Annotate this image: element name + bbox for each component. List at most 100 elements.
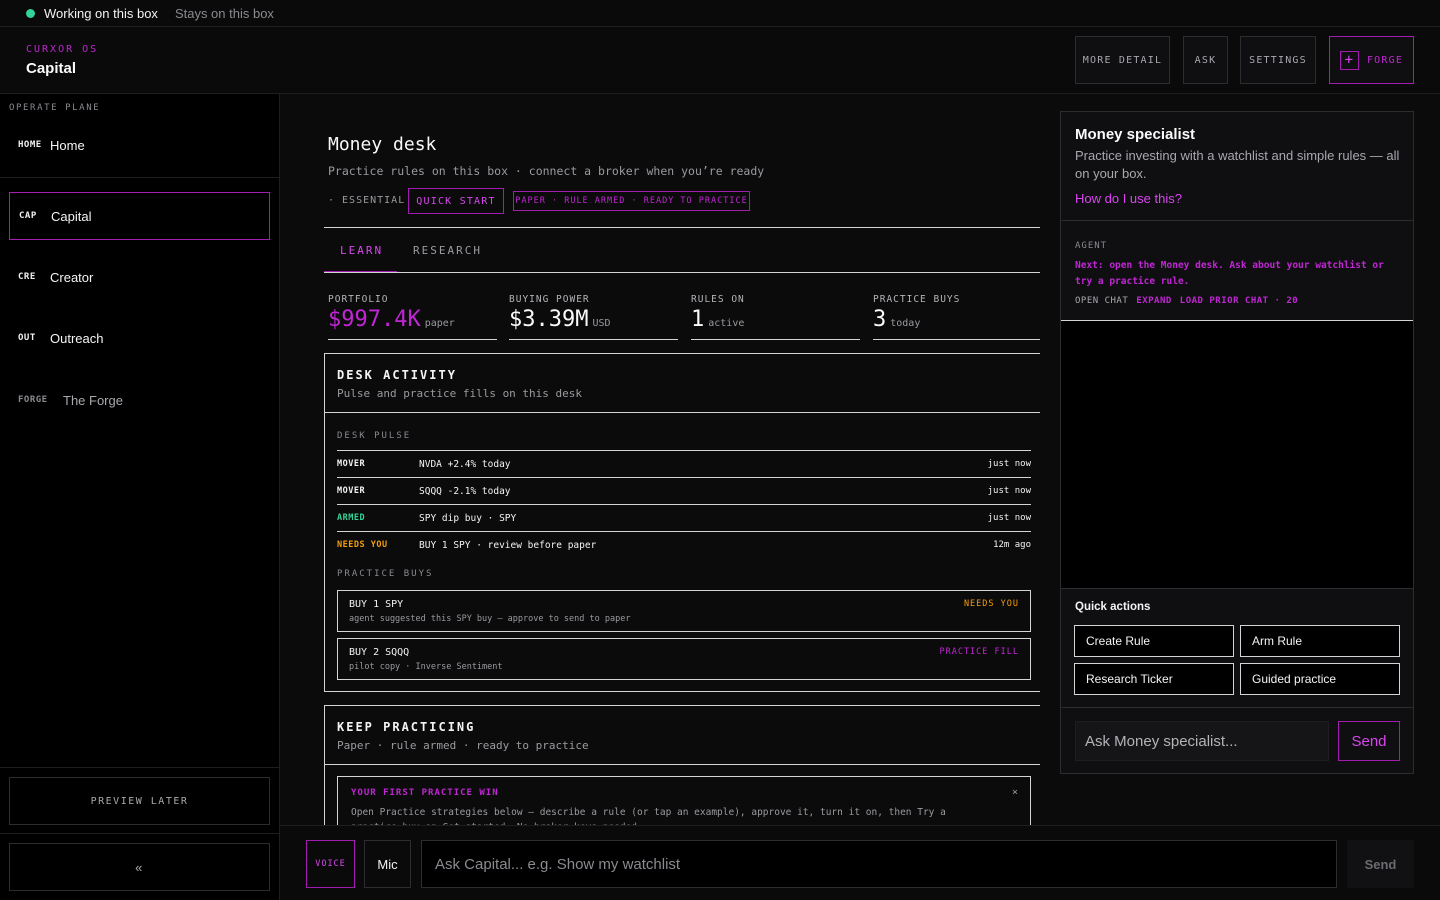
win-title: YOUR FIRST PRACTICE WIN [351, 788, 499, 798]
agent-message: Next: open the Money desk. Ask about you… [1075, 260, 1384, 287]
keep-practicing-panel: KEEP PRACTICING Paper · rule armed · rea… [324, 705, 1040, 825]
stat-buying-power: BUYING POWER $3.39M USD [509, 294, 678, 340]
stat-label: RULES ON [691, 294, 745, 305]
chat-area[interactable] [1061, 320, 1413, 588]
status-bar: Working on this box Stays on this box [0, 0, 1440, 27]
panel-subtitle: Paper · rule armed · ready to practice [337, 739, 589, 752]
list-item[interactable]: MOVER SQQQ -2.1% today just now [337, 477, 1031, 504]
list-item[interactable]: NEEDS YOU BUY 1 SPY · review before pape… [337, 531, 1031, 558]
sidebar-item-creator[interactable]: CRE Creator [9, 253, 270, 301]
sidebar-item-capital[interactable]: CAP Capital [9, 192, 270, 240]
expand-link[interactable]: EXPAND [1136, 296, 1172, 306]
practice-buy-card[interactable]: BUY 2 SQQQ pilot copy · Inverse Sentimen… [337, 638, 1031, 680]
forge-button[interactable]: + FORGE [1329, 36, 1414, 84]
close-icon[interactable]: × [1012, 787, 1018, 798]
stat-unit: today [890, 318, 921, 329]
stat-unit: paper [424, 318, 455, 329]
essential-tag: · ESSENTIAL [328, 195, 406, 206]
tab-research[interactable]: RESEARCH [413, 244, 482, 257]
stat-value: $3.39M [509, 307, 589, 332]
load-prior-chat-link[interactable]: LOAD PRIOR CHAT · 20 [1180, 296, 1298, 306]
desk-activity-panel: DESK ACTIVITY Pulse and practice fills o… [324, 353, 1040, 692]
quick-actions-label: Quick actions [1075, 601, 1151, 613]
open-chat-label: OPEN CHAT [1075, 296, 1129, 306]
sidebar-divider [0, 767, 279, 768]
sidebar-item-label: Capital [51, 208, 92, 224]
capital-ask-input[interactable] [421, 840, 1337, 888]
sidebar-divider [0, 833, 279, 834]
practice-buys-heading: PRACTICE BUYS [337, 569, 434, 579]
divider [1061, 220, 1413, 221]
pulse-time: 12m ago [993, 540, 1031, 550]
status-dot-icon [26, 8, 35, 18]
desk-subtitle: Practice rules on this box · connect a b… [328, 164, 765, 178]
pulse-kind: NEEDS YOU [337, 540, 388, 550]
ask-button[interactable]: ASK [1183, 36, 1228, 84]
specialist-send-button[interactable]: Send [1338, 721, 1400, 761]
mic-button[interactable]: Mic [364, 840, 411, 888]
quick-start-button[interactable]: QUICK START [408, 188, 504, 214]
pulse-text: NVDA +2.4% today [419, 458, 511, 470]
send-button[interactable]: Send [1347, 840, 1414, 888]
sidebar: OPERATE PLANE HOME Home CAP Capital CRE … [0, 94, 280, 900]
sidebar-item-outreach[interactable]: OUT Outreach [9, 314, 270, 362]
composer-bar: VOICE Mic Send [280, 825, 1440, 900]
status-secondary: Stays on this box [174, 5, 274, 21]
list-item[interactable]: MOVER NVDA +2.4% today just now [337, 450, 1031, 477]
stat-portfolio: PORTFOLIO $997.4K paper [328, 294, 497, 340]
stat-label: BUYING POWER [509, 294, 590, 305]
app-header: CURXOR OS Capital MORE DETAIL ASK SETTIN… [0, 27, 1440, 94]
first-win-card: YOUR FIRST PRACTICE WIN × Open Practice … [337, 776, 1031, 825]
forge-button-label: FORGE [1366, 54, 1404, 66]
pulse-kind: MOVER [337, 459, 366, 469]
pulse-kind: ARMED [337, 513, 366, 523]
sidebar-item-code: HOME [18, 140, 42, 150]
preview-later-button[interactable]: PREVIEW LATER [9, 777, 270, 825]
research-ticker-button[interactable]: Research Ticker [1074, 663, 1234, 695]
buy-status: PRACTICE FILL [939, 647, 1019, 657]
page-title: Capital [26, 60, 77, 77]
tabs-divider [324, 272, 1040, 273]
buy-title: BUY 1 SPY [349, 599, 404, 610]
stat-rules-on: RULES ON 1 active [691, 294, 860, 340]
sidebar-item-code: CAP [19, 211, 37, 221]
main-content: Money desk Practice rules on this box · … [280, 94, 1040, 825]
create-rule-button[interactable]: Create Rule [1074, 625, 1234, 657]
sidebar-item-label: Outreach [50, 330, 104, 346]
stat-value: 3 [873, 307, 887, 332]
stat-label: PORTFOLIO [328, 294, 389, 305]
buy-subtitle: pilot copy · Inverse Sentiment [349, 662, 503, 672]
pulse-time: just now [987, 459, 1031, 469]
sidebar-eyebrow: OPERATE PLANE [9, 103, 101, 113]
panel-title: DESK ACTIVITY [337, 368, 457, 382]
collapse-sidebar-button[interactable]: « [9, 843, 270, 891]
help-link[interactable]: How do I use this? [1075, 191, 1182, 206]
sidebar-item-label: Home [50, 137, 85, 153]
arm-rule-button[interactable]: Arm Rule [1240, 625, 1400, 657]
list-item[interactable]: ARMED SPY dip buy · SPY just now [337, 504, 1031, 531]
tab-learn[interactable]: LEARN [340, 244, 383, 257]
practice-buy-card[interactable]: BUY 1 SPY agent suggested this SPY buy —… [337, 590, 1031, 632]
buy-status: NEEDS YOU [963, 599, 1019, 609]
stat-value: 1 [691, 307, 705, 332]
sidebar-item-home[interactable]: HOME Home [9, 121, 270, 169]
more-detail-button[interactable]: MORE DETAIL [1075, 36, 1170, 84]
specialist-input[interactable] [1075, 721, 1329, 761]
win-text: Open Practice strategies below — describ… [351, 807, 946, 825]
stat-unit: USD [592, 318, 611, 329]
voice-button[interactable]: VOICE [306, 840, 355, 888]
guided-practice-button[interactable]: Guided practice [1240, 663, 1400, 695]
plus-icon: + [1339, 50, 1359, 70]
agent-label: AGENT [1075, 241, 1108, 251]
sidebar-divider [0, 177, 279, 178]
pulse-text: SQQQ -2.1% today [419, 485, 511, 497]
stat-label: PRACTICE BUYS [873, 294, 961, 305]
chat-links: OPEN CHAT EXPAND LOAD PRIOR CHAT · 20 [1075, 296, 1298, 306]
sidebar-item-code: OUT [18, 333, 36, 343]
specialist-title: Money specialist [1075, 126, 1196, 143]
settings-button[interactable]: SETTINGS [1240, 36, 1316, 84]
sidebar-item-code: FORGE [18, 395, 48, 405]
sidebar-item-forge[interactable]: FORGE The Forge [9, 376, 270, 424]
specialist-subtitle: Practice investing with a watchlist and … [1075, 148, 1400, 181]
panel-divider [325, 412, 1040, 413]
